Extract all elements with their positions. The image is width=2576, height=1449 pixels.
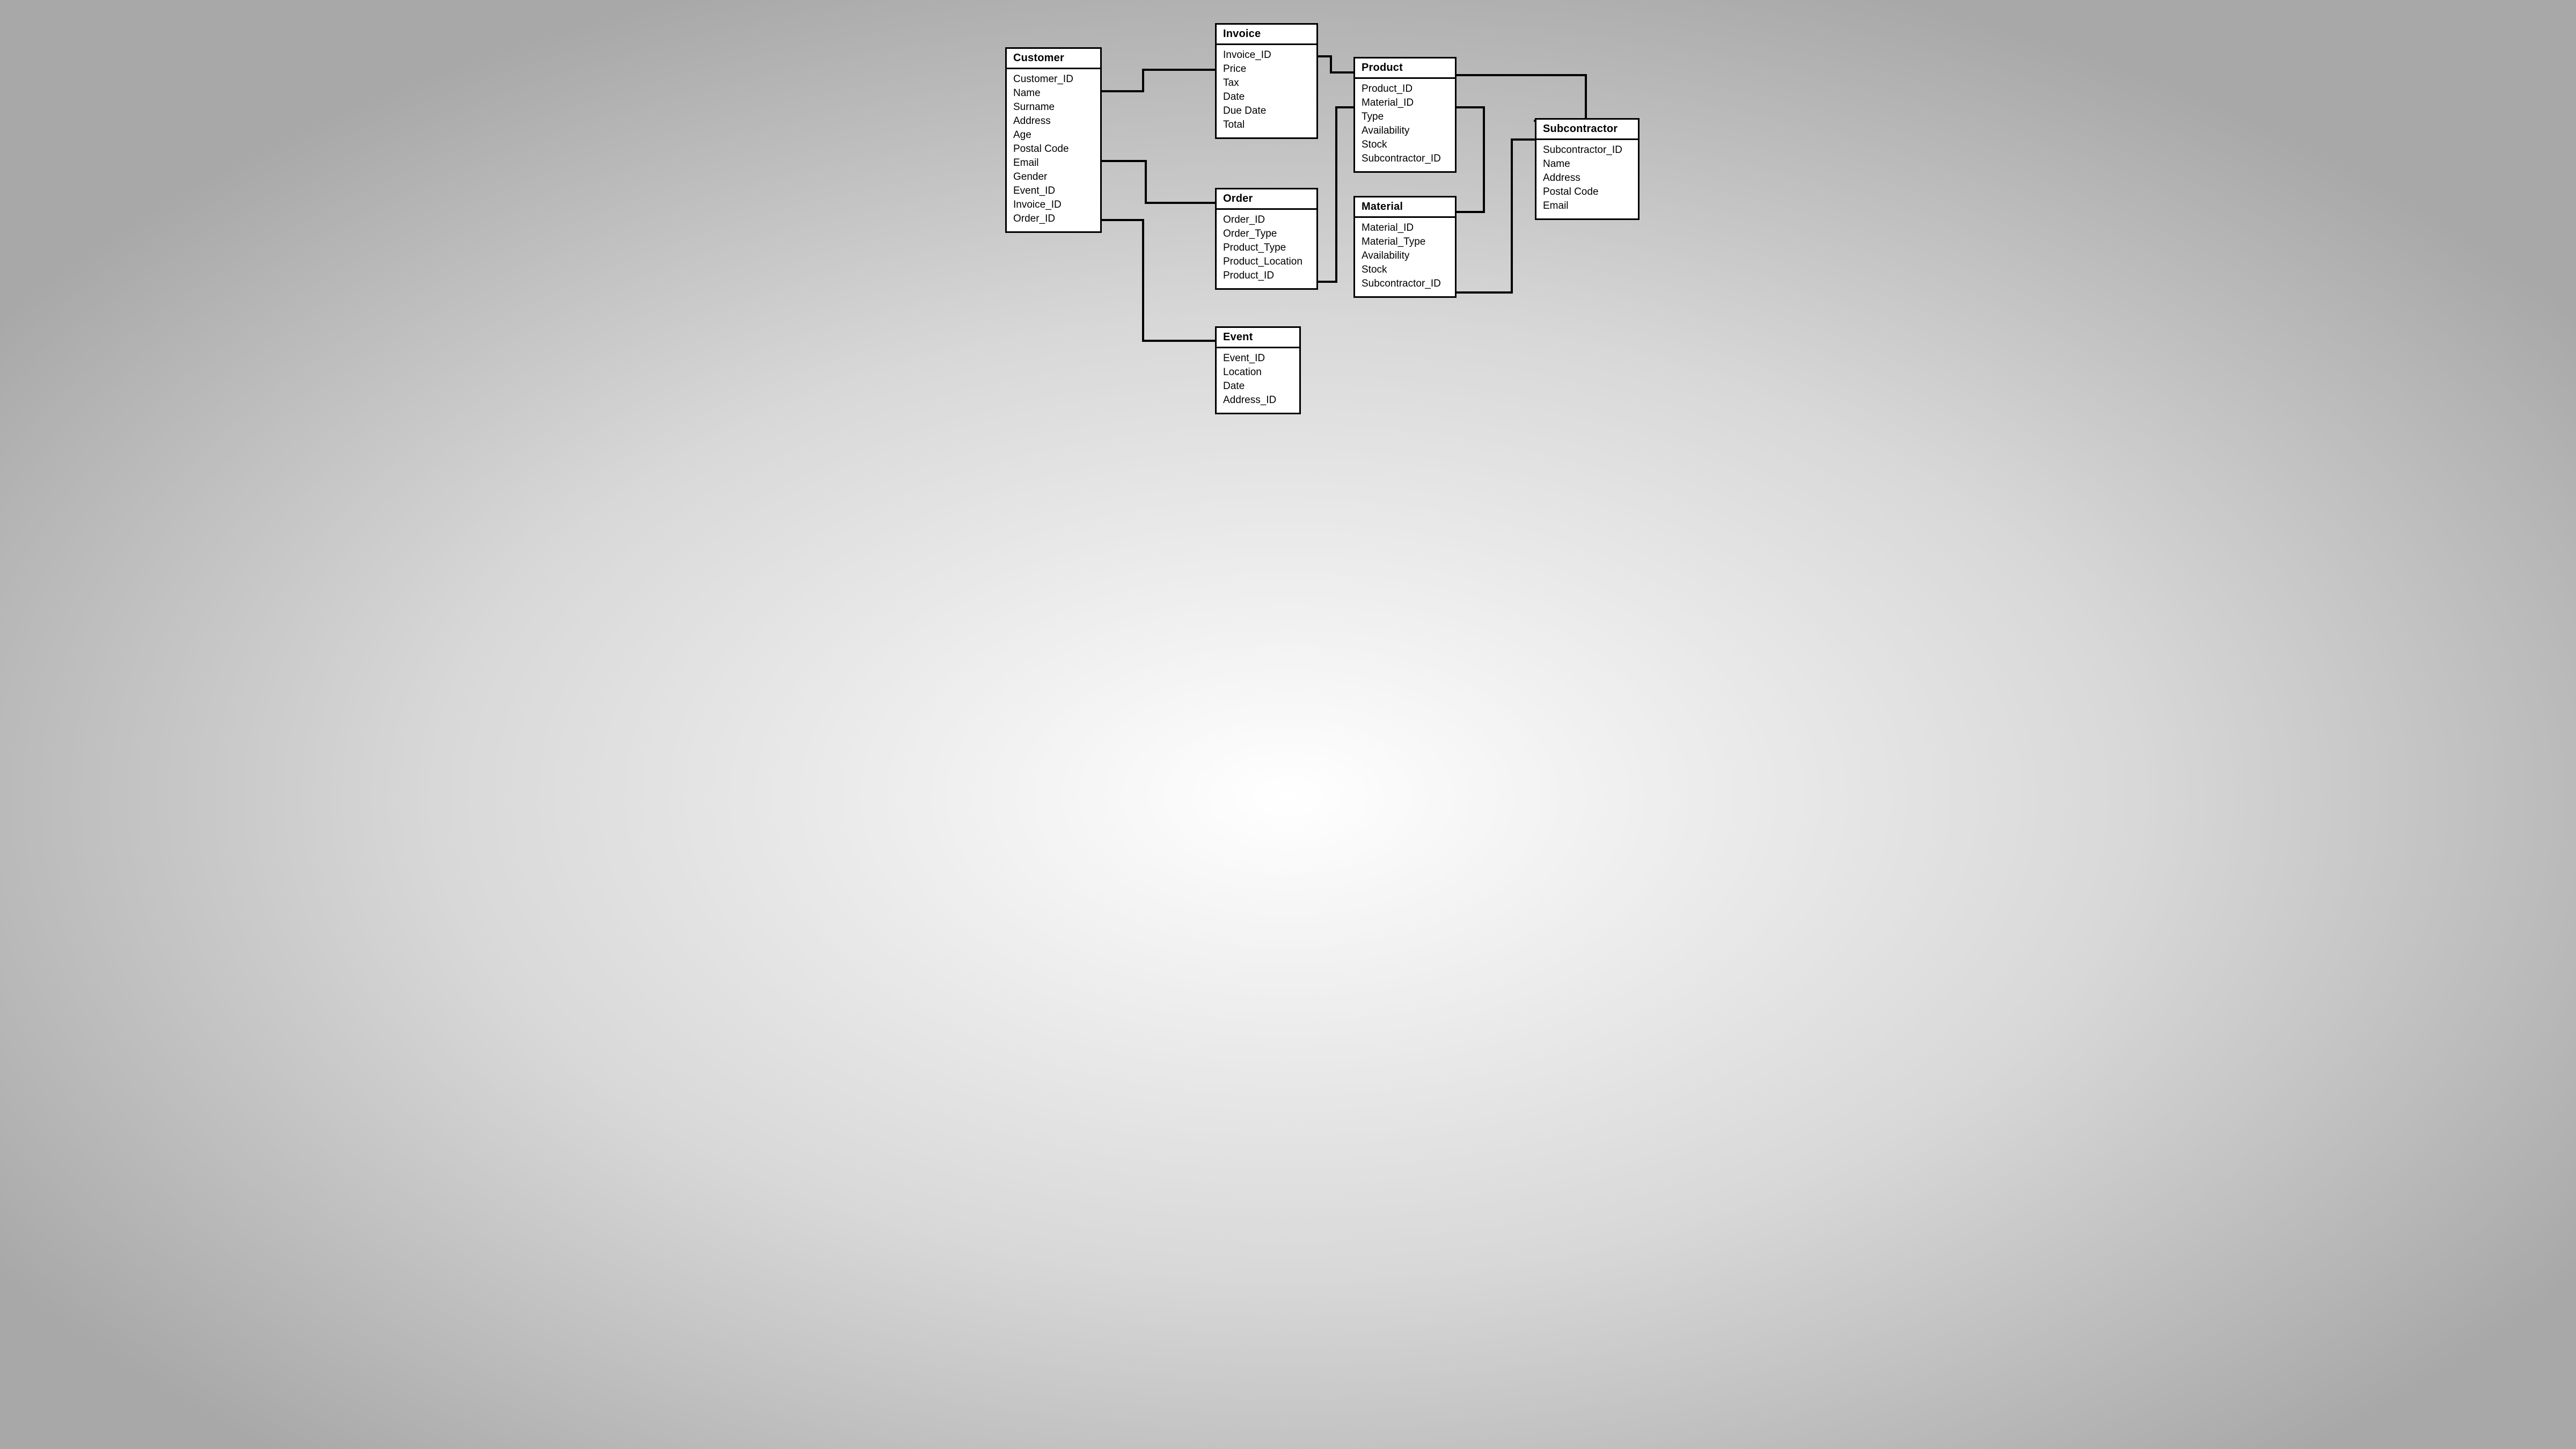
entity-subcontractor: Subcontractor Subcontractor_ID Name Addr… [1535,118,1640,220]
entity-product: Product Product_ID Material_ID Type Avai… [1353,57,1457,173]
field: Age [1013,128,1094,142]
entity-event: Event Event_ID Location Date Address_ID [1215,326,1301,414]
entity-order-title: Order [1217,189,1316,210]
connector-customer-invoice [1102,70,1215,91]
entity-event-title: Event [1217,328,1299,348]
field: Availability [1362,124,1448,138]
field: Event_ID [1223,352,1293,365]
field: Email [1013,156,1094,170]
field: Product_Type [1223,241,1310,255]
field: Date [1223,379,1293,393]
entity-event-fields: Event_ID Location Date Address_ID [1217,348,1299,413]
connector-product-material [1456,107,1484,212]
field: Order_Type [1223,227,1310,241]
field: Tax [1223,76,1310,90]
field: Order_ID [1013,212,1094,226]
field: Name [1013,86,1094,100]
field: Material_Type [1362,235,1448,249]
entity-material-title: Material [1355,197,1455,218]
field: Subcontractor_ID [1362,152,1448,166]
field: Surname [1013,100,1094,114]
entity-subcontractor-fields: Subcontractor_ID Name Address Postal Cod… [1536,140,1638,218]
field: Location [1223,365,1293,379]
field: Address [1013,114,1094,128]
field: Email [1543,199,1631,213]
field: Product_ID [1223,269,1310,283]
field: Material_ID [1362,96,1448,110]
field: Postal Code [1543,185,1631,199]
entity-invoice: Invoice Invoice_ID Price Tax Date Due Da… [1215,23,1318,139]
field: Total [1223,118,1310,132]
connector-product-subcontractor [1456,75,1586,121]
entity-customer-fields: Customer_ID Name Surname Address Age Pos… [1007,69,1100,231]
field: Due Date [1223,104,1310,118]
connector-material-subcontractor [1456,140,1535,292]
field: Price [1223,62,1310,76]
field: Postal Code [1013,142,1094,156]
field: Event_ID [1013,184,1094,198]
field: Customer_ID [1013,72,1094,86]
entity-customer-title: Customer [1007,49,1100,69]
entity-customer: Customer Customer_ID Name Surname Addres… [1005,47,1102,233]
entity-material: Material Material_ID Material_Type Avail… [1353,196,1457,298]
connector-customer-order [1102,161,1215,203]
field: Type [1362,110,1448,124]
field: Gender [1013,170,1094,184]
field: Subcontractor_ID [1543,143,1631,157]
entity-invoice-fields: Invoice_ID Price Tax Date Due Date Total [1217,45,1316,137]
connector-customer-event [1102,220,1215,341]
field: Subcontractor_ID [1362,277,1448,291]
entity-product-fields: Product_ID Material_ID Type Availability… [1355,79,1455,171]
entity-subcontractor-title: Subcontractor [1536,120,1638,140]
field: Material_ID [1362,221,1448,235]
entity-invoice-title: Invoice [1217,25,1316,45]
er-diagram-canvas: Customer Customer_ID Name Surname Addres… [902,0,1674,435]
field: Availability [1362,249,1448,263]
connector-invoice-product [1318,56,1353,72]
entity-order-fields: Order_ID Order_Type Product_Type Product… [1217,210,1316,288]
field: Product_ID [1362,82,1448,96]
entity-order: Order Order_ID Order_Type Product_Type P… [1215,188,1318,290]
field: Stock [1362,263,1448,277]
field: Date [1223,90,1310,104]
field: Address [1543,171,1631,185]
field: Invoice_ID [1223,48,1310,62]
entity-material-fields: Material_ID Material_Type Availability S… [1355,218,1455,296]
field: Product_Location [1223,255,1310,269]
field: Order_ID [1223,213,1310,227]
field: Address_ID [1223,393,1293,407]
field: Invoice_ID [1013,198,1094,212]
entity-product-title: Product [1355,58,1455,79]
field: Stock [1362,138,1448,152]
field: Name [1543,157,1631,171]
connector-order-product [1318,107,1353,282]
